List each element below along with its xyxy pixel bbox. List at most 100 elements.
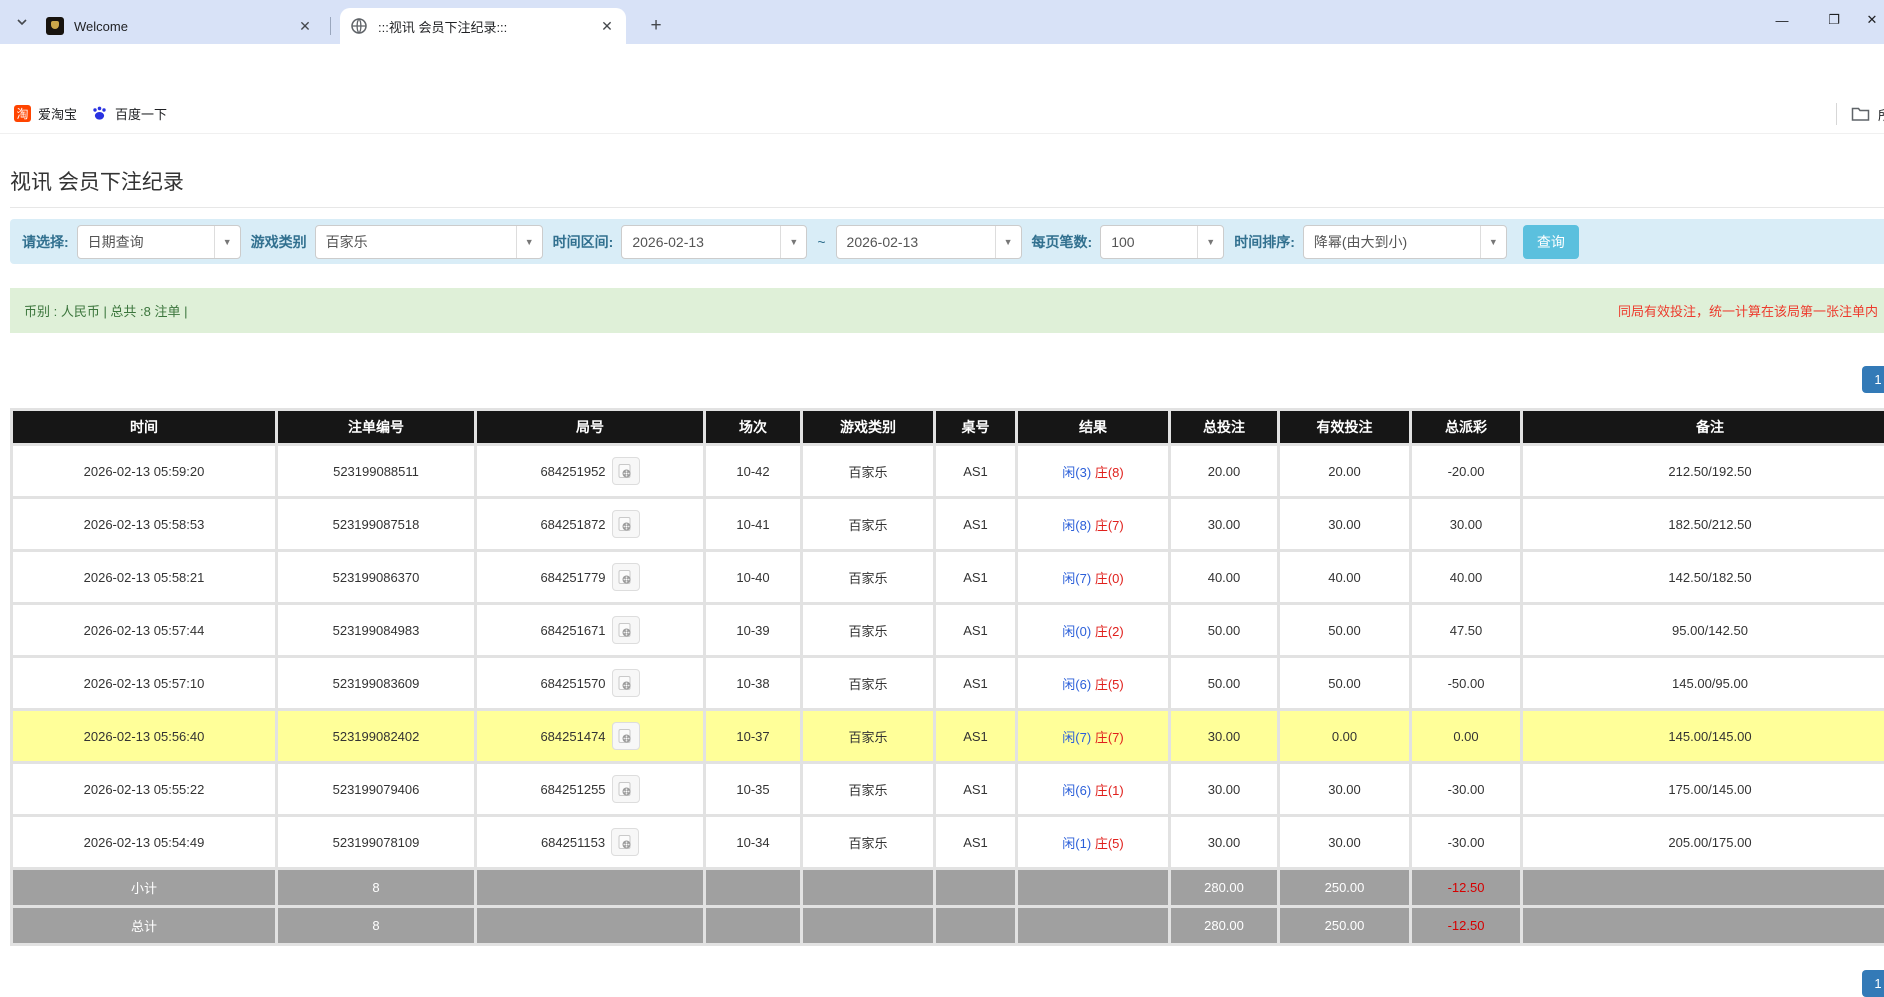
video-replay-button[interactable] [612, 457, 640, 485]
bookmark-baidu[interactable]: 百度一下 [91, 104, 167, 123]
video-replay-button[interactable] [612, 616, 640, 644]
cell-round-id: 684251474 [477, 711, 703, 761]
date-to-select[interactable]: 2026-02-13 ▼ [836, 225, 1022, 259]
totals-empty [803, 870, 933, 905]
table-row: 2026-02-13 05:57:10 523199083609 6842515… [13, 658, 1884, 708]
date-range-label: 时间区间: [553, 232, 614, 252]
game-type-label: 游戏类别 [251, 232, 307, 252]
round-id-value: 684251570 [540, 676, 605, 691]
cell-note: 145.00/95.00 [1523, 658, 1884, 708]
cell-total-bet[interactable]: 20.00 [1171, 446, 1277, 496]
cell-total-bet[interactable]: 30.00 [1171, 817, 1277, 867]
cell-note: 175.00/145.00 [1523, 764, 1884, 814]
table-row: 2026-02-13 05:59:20 523199088511 6842519… [13, 446, 1884, 496]
cell-result: 闲(6) 庄(1) [1018, 764, 1168, 814]
cell-game-type: 百家乐 [803, 711, 933, 761]
tab-bet-record[interactable]: :::视讯 会员下注纪录::: ✕ [340, 8, 626, 44]
col-round-id: 局号 [477, 411, 703, 443]
new-tab-button[interactable]: + [642, 12, 670, 40]
chevron-down-icon: ▼ [214, 226, 240, 258]
cell-note: 182.50/212.50 [1523, 499, 1884, 549]
cell-session: 10-38 [706, 658, 800, 708]
totals-empty [706, 870, 800, 905]
game-type-select[interactable]: 百家乐 ▼ [315, 225, 543, 259]
all-bookmarks[interactable]: 所有书签 [1836, 94, 1884, 134]
cell-total-bet[interactable]: 30.00 [1171, 764, 1277, 814]
cell-total-bet[interactable]: 30.00 [1171, 499, 1277, 549]
cell-total-bet[interactable]: 50.00 [1171, 658, 1277, 708]
filter-bar: 请选择: 日期查询 ▼ 游戏类别 百家乐 ▼ 时间区间: 2026-02-13 … [10, 219, 1884, 264]
cell-session: 10-39 [706, 605, 800, 655]
cell-round-id: 684251779 [477, 552, 703, 602]
video-replay-button[interactable] [612, 510, 640, 538]
maximize-button[interactable]: ❐ [1808, 0, 1860, 40]
close-button[interactable]: ✕ [1860, 0, 1884, 40]
cell-table-no: AS1 [936, 817, 1015, 867]
totals-row: 总计 8 280.00 250.00 -12.50 [13, 908, 1884, 943]
window-controls: — ❐ ✕ [1756, 0, 1884, 40]
cell-session: 10-35 [706, 764, 800, 814]
table-header-row: 时间 注单编号 局号 场次 游戏类别 桌号 结果 总投注 有效投注 总派彩 备注 [13, 411, 1884, 443]
result-player: 闲(8) [1062, 518, 1091, 533]
cell-game-type: 百家乐 [803, 499, 933, 549]
tab-close-icon[interactable]: ✕ [296, 18, 314, 35]
page-size-select[interactable]: 100 ▼ [1100, 225, 1224, 259]
result-player: 闲(7) [1062, 730, 1091, 745]
video-replay-button[interactable] [612, 669, 640, 697]
cell-time: 2026-02-13 05:58:21 [13, 552, 275, 602]
cell-total-bet[interactable]: 50.00 [1171, 605, 1277, 655]
result-player: 闲(1) [1062, 836, 1091, 851]
folder-icon [1851, 106, 1870, 122]
tab-separator [330, 17, 331, 35]
cell-valid-bet: 20.00 [1280, 446, 1409, 496]
totals-empty [477, 870, 703, 905]
cell-total-bet[interactable]: 30.00 [1171, 711, 1277, 761]
chevron-down-icon: ▼ [780, 226, 806, 258]
sort-label: 时间排序: [1234, 232, 1295, 252]
cell-bet-id: 523199079406 [278, 764, 474, 814]
video-replay-button[interactable] [612, 722, 640, 750]
cell-table-no: AS1 [936, 658, 1015, 708]
cell-time: 2026-02-13 05:57:44 [13, 605, 275, 655]
bookmark-aitaobao[interactable]: 淘 爱淘宝 [14, 104, 77, 123]
page-size-value: 100 [1101, 234, 1197, 250]
date-from-select[interactable]: 2026-02-13 ▼ [621, 225, 807, 259]
bookmarks-bar: 淘 爱淘宝 百度一下 所有书签 [0, 94, 1884, 134]
cell-note: 95.00/142.50 [1523, 605, 1884, 655]
date-from-value: 2026-02-13 [622, 234, 780, 250]
result-banker: 庄(5) [1095, 677, 1124, 692]
minimize-button[interactable]: — [1756, 0, 1808, 40]
search-button[interactable]: 查询 [1523, 225, 1579, 259]
cell-payout: 30.00 [1412, 499, 1520, 549]
tab-list-chevron-icon[interactable] [8, 8, 36, 36]
cell-total-bet[interactable]: 40.00 [1171, 552, 1277, 602]
col-table-no: 桌号 [936, 411, 1015, 443]
pagination-page-1-top[interactable]: 1 [1862, 366, 1884, 393]
cell-result: 闲(7) 庄(7) [1018, 711, 1168, 761]
cell-valid-bet: 30.00 [1280, 499, 1409, 549]
query-type-select[interactable]: 日期查询 ▼ [77, 225, 241, 259]
cell-note: 145.00/145.00 [1523, 711, 1884, 761]
col-total-bet: 总投注 [1171, 411, 1277, 443]
tab-title: :::视讯 会员下注纪录::: [378, 17, 598, 36]
video-replay-button[interactable] [612, 563, 640, 591]
cell-game-type: 百家乐 [803, 764, 933, 814]
result-banker: 庄(1) [1095, 783, 1124, 798]
pagination-page-1-bottom[interactable]: 1 [1862, 970, 1884, 997]
sort-select[interactable]: 降幂(由大到小) ▼ [1303, 225, 1507, 259]
cell-game-type: 百家乐 [803, 552, 933, 602]
cell-payout: 40.00 [1412, 552, 1520, 602]
cell-session: 10-41 [706, 499, 800, 549]
cell-game-type: 百家乐 [803, 658, 933, 708]
cell-note: 142.50/182.50 [1523, 552, 1884, 602]
round-id-value: 684251952 [540, 464, 605, 479]
col-bet-id: 注单编号 [278, 411, 474, 443]
select-type-label: 请选择: [22, 232, 69, 252]
video-replay-button[interactable] [612, 775, 640, 803]
video-replay-button[interactable] [611, 828, 639, 856]
cell-round-id: 684251570 [477, 658, 703, 708]
totals-empty [803, 908, 933, 943]
tab-welcome[interactable]: Welcome ✕ [36, 8, 324, 44]
tab-close-icon[interactable]: ✕ [598, 18, 616, 35]
table-row: 2026-02-13 05:56:40 523199082402 6842514… [13, 711, 1884, 761]
